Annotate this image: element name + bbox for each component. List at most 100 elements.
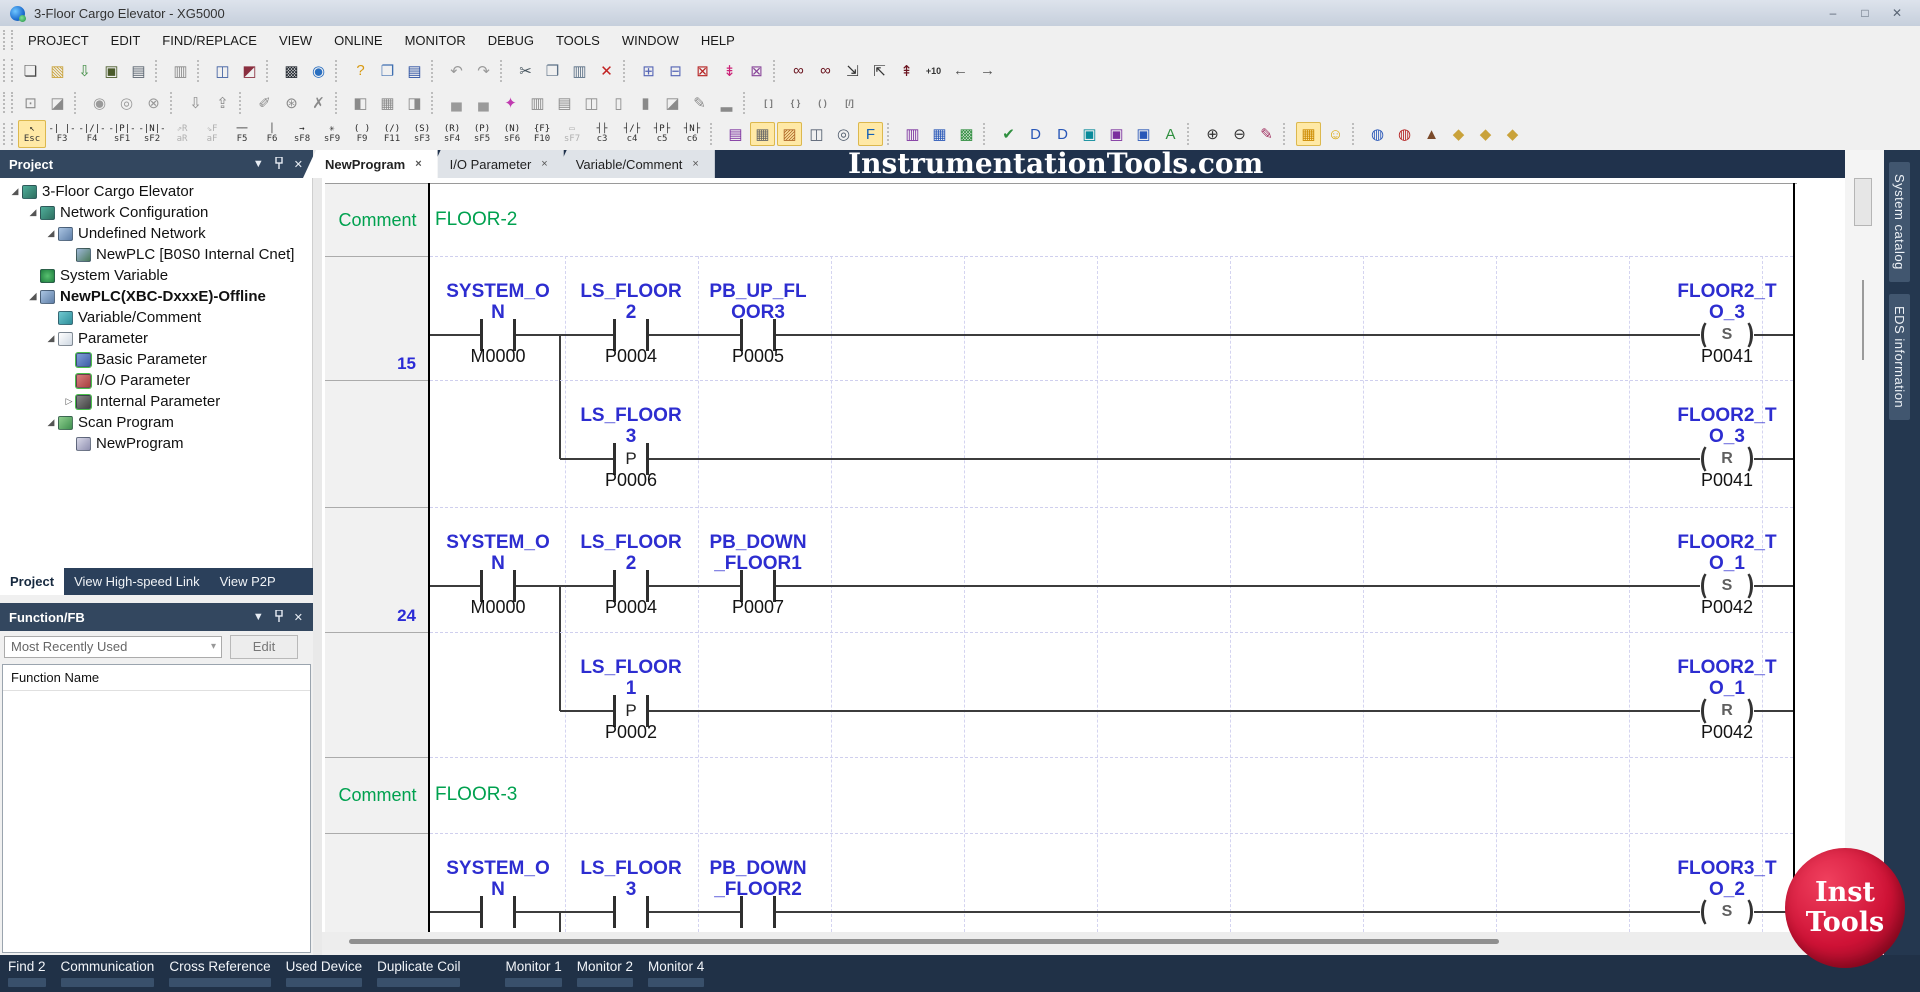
font-icon[interactable]: F <box>858 122 883 146</box>
coil-label[interactable]: FLOOR2_T <box>1652 532 1802 554</box>
panel-tab-view-p2p[interactable]: View P2P <box>210 568 286 595</box>
print-icon[interactable]: ▤ <box>126 59 151 83</box>
annotate-icon[interactable]: ✎ <box>1254 122 1279 146</box>
status-tab-duplicate-coil[interactable]: Duplicate Coil <box>377 958 460 987</box>
ladder-tool-c3[interactable]: ┤├c3 <box>588 120 616 148</box>
gem-a-icon[interactable]: ◆ <box>1446 122 1471 146</box>
table-b-icon[interactable]: ▦ <box>927 122 952 146</box>
back-icon[interactable]: ← <box>948 59 973 83</box>
contact-label[interactable]: 1 <box>556 678 706 700</box>
coil-symbol[interactable]: R <box>1717 701 1737 721</box>
coil-label[interactable]: O_3 <box>1652 426 1802 448</box>
contact-label[interactable]: SYSTEM_O <box>423 281 573 303</box>
pin-icon[interactable] <box>274 610 284 625</box>
insert-cell-icon[interactable]: ⊞ <box>636 59 661 83</box>
base-a-icon[interactable]: ▄ <box>444 91 469 115</box>
status-tab-used-device[interactable]: Used Device <box>286 958 363 987</box>
contact-label[interactable]: PB_UP_FL <box>683 281 833 303</box>
zoom-in-icon[interactable]: ⊕ <box>1200 122 1225 146</box>
contact-label[interactable]: _FLOOR1 <box>683 553 833 575</box>
zoom-out-icon[interactable]: ⊖ <box>1227 122 1252 146</box>
delete-line-icon[interactable]: ⊠ <box>690 59 715 83</box>
forward-icon[interactable]: → <box>975 59 1000 83</box>
pin-icon[interactable] <box>274 157 284 172</box>
device-d1-icon[interactable]: D <box>1023 122 1048 146</box>
minimize-button[interactable]: – <box>1824 6 1842 20</box>
new-icon[interactable]: ❏ <box>18 59 43 83</box>
find-next-icon[interactable]: ⇲ <box>840 59 865 83</box>
save-icon[interactable]: ▣ <box>99 59 124 83</box>
contact-address[interactable]: P0005 <box>698 346 818 367</box>
tree-item-newplc-xbc-dxxxe-offline[interactable]: ◢NewPLC(XBC-DxxxE)-Offline <box>0 286 312 307</box>
ladder-editor[interactable]: CommentFLOOR-215SYSTEM_ONM0000LS_FLOOR2P… <box>322 178 1845 932</box>
check-program-icon[interactable]: ✔ <box>996 122 1021 146</box>
ladder-tool-f5[interactable]: ──F5 <box>228 120 256 148</box>
delete-icon[interactable]: ✕ <box>594 59 619 83</box>
status-tab-monitor-1[interactable]: Monitor 1 <box>505 958 561 987</box>
tree-item-i-o-parameter[interactable]: I/O Parameter <box>0 370 312 391</box>
coil-label[interactable]: FLOOR2_T <box>1652 281 1802 303</box>
monitor-c-icon[interactable]: ◨ <box>402 91 427 115</box>
device-list-icon[interactable]: ▤ <box>723 122 748 146</box>
help-icon[interactable]: ? <box>348 59 373 83</box>
contact-address[interactable]: P0007 <box>698 597 818 618</box>
status-tab-monitor-2[interactable]: Monitor 2 <box>577 958 633 987</box>
contact-label[interactable]: SYSTEM_O <box>423 532 573 554</box>
undo-icon[interactable]: ↶ <box>444 59 469 83</box>
smiley-icon[interactable]: ☺ <box>1323 122 1348 146</box>
menu-project[interactable]: PROJECT <box>17 29 100 52</box>
expander-expanded-icon[interactable]: ◢ <box>44 228 58 239</box>
paren-icon[interactable]: ( ) <box>810 91 835 115</box>
ladder-tool-c4[interactable]: ┤/├c4 <box>618 120 646 148</box>
ladder-tool-sf6[interactable]: (N)sF6 <box>498 120 526 148</box>
gem-c-icon[interactable]: ◆ <box>1500 122 1525 146</box>
stamp-icon[interactable]: ⊛ <box>279 91 304 115</box>
tab-variable-comment[interactable]: Variable/Comment× <box>554 150 715 178</box>
report-icon[interactable]: ▤ <box>552 91 577 115</box>
brace-icon[interactable]: { } <box>783 91 808 115</box>
stop-icon[interactable]: ◎ <box>114 91 139 115</box>
ladder-tool-esc[interactable]: ↖Esc <box>18 120 46 148</box>
contact-address[interactable]: P0004 <box>571 597 691 618</box>
special-icon[interactable]: ✦ <box>498 91 523 115</box>
goto-step-icon[interactable]: +10 <box>921 59 946 83</box>
contact-label[interactable]: LS_FLOOR <box>556 405 706 427</box>
coil-label[interactable]: O_1 <box>1652 553 1802 575</box>
ladder-tool-sf5[interactable]: (P)sF5 <box>468 120 496 148</box>
menu-debug[interactable]: DEBUG <box>477 29 545 52</box>
ladder-tool-c6[interactable]: ┤N├c6 <box>678 120 706 148</box>
find-prev-icon[interactable]: ⇱ <box>867 59 892 83</box>
split-icon[interactable]: ◫ <box>579 91 604 115</box>
package-icon[interactable]: ◩ <box>237 59 262 83</box>
open-icon[interactable]: ▧ <box>45 59 70 83</box>
panel-splitter[interactable] <box>313 150 322 955</box>
contact-label[interactable]: 3 <box>556 426 706 448</box>
ladder-tool-af[interactable]: ⇘FaF <box>198 120 226 148</box>
monitor-view-icon[interactable]: ▩ <box>279 59 304 83</box>
tree-item-parameter[interactable]: ◢Parameter <box>0 328 312 349</box>
tab-close-icon[interactable]: × <box>415 158 421 170</box>
contact-label[interactable]: N <box>423 302 573 324</box>
horizontal-scrollbar-thumb[interactable] <box>349 939 1499 944</box>
image-export-icon[interactable]: ▨ <box>777 122 802 146</box>
status-tab-cross-reference[interactable]: Cross Reference <box>169 958 270 987</box>
rung-number[interactable]: 24 <box>325 606 416 626</box>
horizontal-scrollbar[interactable] <box>322 932 1845 950</box>
expander-expanded-icon[interactable]: ◢ <box>26 291 40 302</box>
insert-line-icon[interactable]: ⇟ <box>717 59 742 83</box>
paste2-icon[interactable]: ▥ <box>525 91 550 115</box>
table-a-icon[interactable]: ▥ <box>900 122 925 146</box>
status-tab-monitor-4[interactable]: Monitor 4 <box>648 958 704 987</box>
expander-expanded-icon[interactable]: ◢ <box>8 186 22 197</box>
menu-view[interactable]: VIEW <box>268 29 323 52</box>
expander-expanded-icon[interactable]: ◢ <box>44 417 58 428</box>
replace-icon[interactable]: ∞ <box>813 59 838 83</box>
tree-item-3-floor-cargo-elevator[interactable]: ◢3-Floor Cargo Elevator <box>0 181 312 202</box>
contact-label[interactable]: OOR3 <box>683 302 833 324</box>
ladder-tool-sf2[interactable]: -|N|-sF2 <box>138 120 166 148</box>
coil-label[interactable]: O_2 <box>1652 879 1802 901</box>
ladder-tool-sf7[interactable]: ▭sF7 <box>558 120 586 148</box>
vertical-scrollbar[interactable] <box>1845 150 1884 955</box>
menu-edit[interactable]: EDIT <box>100 29 152 52</box>
upload-icon[interactable]: ⇪ <box>210 91 235 115</box>
